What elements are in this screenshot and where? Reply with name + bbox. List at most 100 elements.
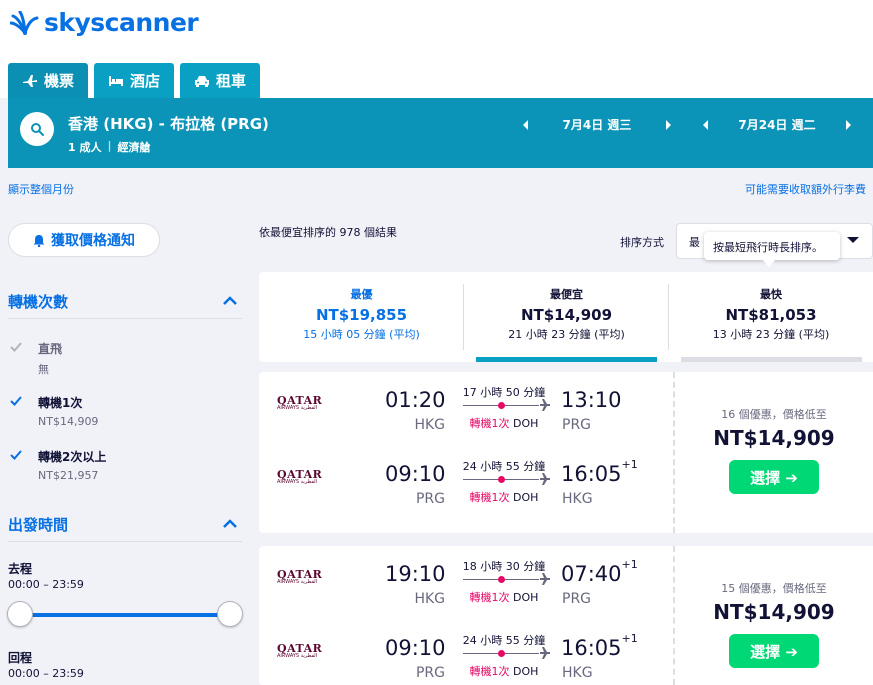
stop-airport: DOH [513,491,539,504]
checkbox-checked-icon[interactable] [8,447,24,463]
arrival-code: HKG [562,491,593,507]
tab-flights[interactable]: 機票 [8,63,88,98]
checkbox-checked-icon[interactable] [8,393,24,409]
flight-duration: 24 小時 55 分鐘 [462,460,546,473]
search-icon [31,123,44,136]
chevron-up-icon[interactable] [222,296,238,306]
departure-time: 19:10 [385,562,446,586]
arrival-time-value: 07:40 [561,562,622,586]
depart-date-control: 7月4日 週三 [518,116,676,133]
chevron-right-icon [666,119,671,130]
departure-time: 09:10 [385,636,446,660]
depart-next-button[interactable] [662,119,676,131]
stop-option-label: 直飛 [38,342,63,356]
outbound-leg: QATAR AIRWAYS القطرية 19:10 HKG 18 小時 30… [259,546,669,616]
airline-logo: QATAR AIRWAYS القطرية [277,568,322,585]
sort-tab-cheapest[interactable]: 最便宜 NT$14,909 21 小時 23 分鐘 (平均) [464,272,669,362]
stops-filter-title[interactable]: 轉機次數 [8,291,68,312]
day-offset: +1 [621,558,638,571]
arrival-time: 16:05+1 [561,458,638,486]
deals-count: 16 個優惠，價格低至 [721,408,827,421]
arrival-code: PRG [562,591,592,607]
flight-duration: 18 小時 30 分鐘 [462,560,546,573]
return-next-button[interactable] [842,119,856,131]
plane-icon [540,573,550,585]
plane-icon [540,647,550,659]
route-text[interactable]: 香港 (HKG) - 布拉格 (PRG) [68,113,269,134]
departure-code: PRG [415,665,445,681]
return-prev-button[interactable] [698,119,712,131]
cabin-class: 經濟艙 [117,141,151,154]
depart-prev-button[interactable] [518,119,532,131]
chevron-left-icon [523,119,528,130]
arrival-time-value: 13:10 [561,388,622,412]
plane-icon [22,74,37,87]
month-view-link[interactable]: 顯示整個月份 [8,181,74,197]
return-date-control: 7月24日 週二 [698,116,856,133]
brand-name: skyscanner [44,8,199,37]
price-alert-button[interactable]: 獲取價格通知 [8,223,160,257]
car-icon [194,75,209,87]
sort-tab-title: 最快 [760,288,782,301]
stop-option-price: NT$21,957 [38,469,99,482]
chevron-up-icon[interactable] [222,519,238,529]
outbound-leg: QATAR AIRWAYS القطرية 01:20 HKG 17 小時 50… [259,372,669,442]
departure-time: 09:10 [385,462,446,486]
stop-count: 轉機1次 [469,665,510,678]
return-time-range: 00:00 – 23:59 [8,667,84,680]
outbound-time-slider-track[interactable] [20,613,230,617]
outbound-slider-end-handle[interactable] [217,601,243,627]
depart-date[interactable]: 7月4日 週三 [532,116,662,133]
checkbox-checked-icon[interactable] [8,339,24,355]
departure-time-filter-title[interactable]: 出發時間 [8,514,68,535]
day-offset: +1 [621,632,638,645]
stop-airport: DOH [513,665,539,678]
price: NT$14,909 [713,600,835,624]
price-panel: 16 個優惠，價格低至 NT$14,909 選擇 ➔ [673,372,873,533]
sort-tab-price: NT$19,855 [315,306,408,324]
stop-option-price: NT$14,909 [38,415,99,428]
sort-tab-duration: 13 小時 23 分鐘 (平均) [712,328,830,341]
sort-label: 排序方式 [620,236,664,249]
sort-tooltip: 按最短飛行時長排序。 [704,232,840,260]
airline-sub: AIRWAYS القطرية [277,579,318,585]
outbound-slider-start-handle[interactable] [7,601,33,627]
stop-dot [498,576,505,583]
tab-flights-label: 機票 [43,72,74,90]
result-card[interactable]: QATAR AIRWAYS القطرية 01:20 HKG 17 小時 50… [259,372,873,533]
tooltip-pointer [762,259,776,267]
airline-sub: AIRWAYS القطرية [277,479,318,485]
stop-dot [498,650,505,657]
arrival-time: 13:10 [561,388,622,412]
chevron-left-icon [703,119,708,130]
select-button[interactable]: 選擇 ➔ [729,634,819,668]
airline-sub: AIRWAYS القطرية [277,405,318,411]
price-panel: 15 個優惠，價格低至 NT$14,909 選擇 ➔ [673,546,873,685]
sort-tab-fastest[interactable]: 最快 NT$81,053 13 小時 23 分鐘 (平均) [669,272,873,362]
return-date[interactable]: 7月24日 週二 [712,116,842,133]
search-summary-bar[interactable]: 香港 (HKG) - 布拉格 (PRG) 1 成人 | 經濟艙 7月4日 週三 … [8,98,873,168]
return-time-label: 回程 [8,651,33,665]
flight-duration: 17 小時 50 分鐘 [462,386,546,399]
stop-airport: DOH [513,591,539,604]
results-count: 依最便宜排序的 978 個結果 [259,226,397,239]
select-button[interactable]: 選擇 ➔ [729,460,819,494]
search-button[interactable] [20,112,54,146]
stop-count: 轉機1次 [469,417,510,430]
sort-tab-active-indicator [476,357,657,362]
airline-logo: QATAR AIRWAYS القطرية [277,394,322,411]
result-card[interactable]: QATAR AIRWAYS القطرية 19:10 HKG 18 小時 30… [259,546,873,685]
caret-down-icon[interactable] [846,236,860,244]
sort-tab-best[interactable]: 最優 NT$19,855 15 小時 05 分鐘 (平均) [259,272,464,362]
tab-hotels[interactable]: 酒店 [94,63,174,98]
skyscanner-logo-icon [10,10,39,35]
tab-cars[interactable]: 租車 [180,63,260,98]
arrival-time: 07:40+1 [561,558,638,586]
bell-icon [33,234,45,247]
divider [8,541,242,542]
outbound-time-range: 00:00 – 23:59 [8,578,84,591]
departure-time: 01:20 [385,388,446,412]
skyscanner-logo[interactable]: skyscanner [10,8,199,37]
passenger-summary[interactable]: 1 成人 | 經濟艙 [68,139,151,155]
baggage-fee-link[interactable]: 可能需要收取額外行李費 [745,181,873,197]
